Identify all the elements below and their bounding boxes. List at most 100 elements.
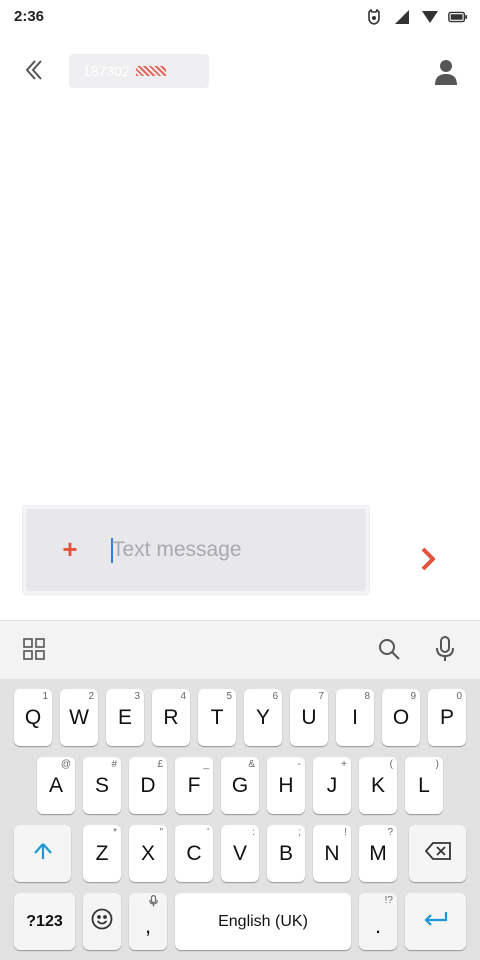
attach-button[interactable]: + xyxy=(56,535,84,563)
emoji-key[interactable] xyxy=(83,893,121,950)
key-n[interactable]: N! xyxy=(313,825,351,882)
key-label: Z xyxy=(95,841,109,865)
guard-icon xyxy=(364,8,384,26)
key-j[interactable]: J + xyxy=(313,757,351,814)
key-u[interactable]: U7 xyxy=(290,689,328,746)
key-hint: 9 xyxy=(410,691,416,702)
key-hint: " xyxy=(159,827,163,838)
key-a[interactable]: A @ xyxy=(37,757,75,814)
key-label: S xyxy=(94,773,109,797)
key-label: V xyxy=(232,841,247,865)
key-hint: ) xyxy=(435,759,439,770)
key-d[interactable]: D £ xyxy=(129,757,167,814)
key-label: Q xyxy=(24,705,42,729)
key-f[interactable]: F _ xyxy=(175,757,213,814)
send-button[interactable] xyxy=(412,544,444,578)
backspace-icon xyxy=(424,841,451,866)
symbols-key[interactable]: ?123 xyxy=(14,893,75,950)
key-v[interactable]: V: xyxy=(221,825,259,882)
conversation-header: 187302 xyxy=(0,44,480,100)
person-icon xyxy=(434,59,458,90)
key-label: O xyxy=(392,705,410,729)
key-label: K xyxy=(370,773,385,797)
key-b[interactable]: B; xyxy=(267,825,305,882)
key-label: B xyxy=(278,841,293,865)
voice-input-button[interactable] xyxy=(428,634,462,668)
key-i[interactable]: I8 xyxy=(336,689,374,746)
key-k[interactable]: K( xyxy=(359,757,397,814)
space-key[interactable]: English (UK) xyxy=(175,893,351,950)
comma-key[interactable]: , xyxy=(129,893,167,950)
key-hint: 7 xyxy=(318,691,324,702)
key-label: L xyxy=(418,773,430,797)
key-hint: @ xyxy=(60,759,71,770)
key-w[interactable]: W2 xyxy=(60,689,98,746)
key-hint: 0 xyxy=(456,691,462,702)
key-hint: * xyxy=(113,827,117,838)
redacted-digits xyxy=(134,64,172,78)
key-hint: ' xyxy=(207,827,209,838)
key-z[interactable]: Z * xyxy=(83,825,121,882)
comma-label: , xyxy=(144,912,152,938)
key-r[interactable]: R4 xyxy=(152,689,190,746)
back-button[interactable] xyxy=(14,52,54,92)
key-p[interactable]: P0 xyxy=(428,689,466,746)
key-hint: 2 xyxy=(88,691,94,702)
key-label: J xyxy=(326,773,338,797)
shift-key[interactable] xyxy=(14,825,71,882)
key-hint: 1 xyxy=(42,691,48,702)
key-x[interactable]: X " xyxy=(129,825,167,882)
chevron-right-icon xyxy=(418,545,438,578)
key-c[interactable]: C ' xyxy=(175,825,213,882)
key-e[interactable]: E3 xyxy=(106,689,144,746)
soft-keyboard: Q1W2E3R4T5Y6U7I8O9P0 A @ S # D £ F _ G & H - J + K(L) … xyxy=(0,679,480,960)
enter-arrow-icon xyxy=(423,910,449,934)
key-label: R xyxy=(163,705,179,729)
key-label: H xyxy=(278,773,294,797)
key-t[interactable]: T5 xyxy=(198,689,236,746)
apps-grid-button[interactable] xyxy=(17,634,51,668)
key-label: W xyxy=(69,705,89,729)
signal-icon xyxy=(392,8,412,26)
message-composer: + xyxy=(26,509,366,591)
key-g[interactable]: G & xyxy=(221,757,259,814)
key-label: T xyxy=(210,705,224,729)
key-s[interactable]: S # xyxy=(83,757,121,814)
key-hint: ( xyxy=(389,759,393,770)
key-o[interactable]: O9 xyxy=(382,689,420,746)
enter-key[interactable] xyxy=(405,893,466,950)
backspace-key[interactable] xyxy=(409,825,466,882)
search-icon xyxy=(377,637,401,666)
keyboard-toolbar xyxy=(0,620,480,679)
key-hint: £ xyxy=(157,759,163,770)
key-hint: : xyxy=(252,827,255,838)
key-label: F xyxy=(187,773,201,797)
key-y[interactable]: Y6 xyxy=(244,689,282,746)
key-l[interactable]: L) xyxy=(405,757,443,814)
key-hint: 6 xyxy=(272,691,278,702)
keyboard-search-button[interactable] xyxy=(372,634,406,668)
key-hint: _ xyxy=(203,759,209,770)
key-h[interactable]: H- xyxy=(267,757,305,814)
key-q[interactable]: Q1 xyxy=(14,689,52,746)
shift-arrow-icon xyxy=(33,841,53,867)
period-label: . xyxy=(374,912,382,938)
key-hint: ? xyxy=(387,827,393,838)
key-label: Y xyxy=(255,705,270,729)
wifi-icon xyxy=(420,8,440,26)
key-m[interactable]: M? xyxy=(359,825,397,882)
contact-button[interactable] xyxy=(426,54,466,94)
key-hint: ! xyxy=(344,827,347,838)
status-time: 2:36 xyxy=(14,8,45,25)
status-bar: 2:36 xyxy=(0,0,480,34)
key-label: X xyxy=(140,841,155,865)
microphone-icon xyxy=(435,635,455,667)
mic-hint-icon xyxy=(149,895,158,910)
period-key[interactable]: . !? xyxy=(359,893,397,950)
recipient-chip[interactable]: 187302 xyxy=(69,54,209,88)
key-hint: 3 xyxy=(134,691,140,702)
message-input[interactable] xyxy=(112,533,352,567)
key-hint: + xyxy=(341,759,347,770)
key-label: N xyxy=(324,841,340,865)
key-label: U xyxy=(301,705,317,729)
